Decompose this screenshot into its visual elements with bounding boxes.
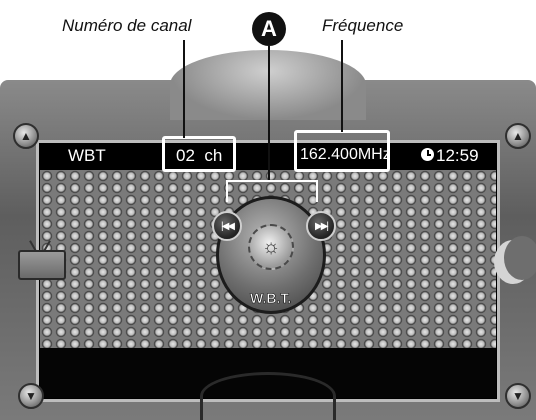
frequency-value: 162.400MHz: [300, 146, 391, 163]
next-button[interactable]: ▶▶|: [306, 211, 336, 241]
clock-icon: [421, 148, 434, 161]
frequency-leader-line: [341, 40, 343, 132]
skip-back-icon: |◀◀: [221, 220, 235, 232]
top-right-up-button[interactable]: ▲: [505, 123, 531, 149]
bottom-left-down-button[interactable]: ▼: [18, 383, 44, 409]
previous-button[interactable]: |◀◀: [212, 211, 242, 241]
brand-label: W.B.T.: [250, 290, 292, 307]
mode-label: WBT: [68, 146, 106, 165]
chevron-up-icon: ▲: [20, 129, 32, 143]
channel-number-callout: Numéro de canal: [62, 16, 192, 35]
bottom-right-down-button[interactable]: ▼: [505, 383, 531, 409]
chevron-up-icon: ▲: [512, 129, 524, 143]
top-left-up-button[interactable]: ▲: [13, 123, 39, 149]
tv-icon[interactable]: [18, 240, 66, 280]
sun-icon: ☼: [248, 224, 294, 270]
channel-value: 02 ch: [176, 146, 223, 165]
moon-icon[interactable]: [494, 236, 536, 284]
clock-time: 12:59: [436, 146, 479, 165]
bottom-arc-decoration: [200, 372, 336, 420]
skip-forward-icon: ▶▶|: [315, 220, 329, 232]
chevron-down-icon: ▼: [512, 389, 524, 403]
frequency-callout: Fréquence: [322, 16, 404, 35]
marker-a-badge: A: [252, 12, 286, 46]
chevron-down-icon: ▼: [25, 389, 37, 403]
channel-leader-line: [183, 40, 185, 138]
marker-a-leader-line: [268, 46, 270, 182]
